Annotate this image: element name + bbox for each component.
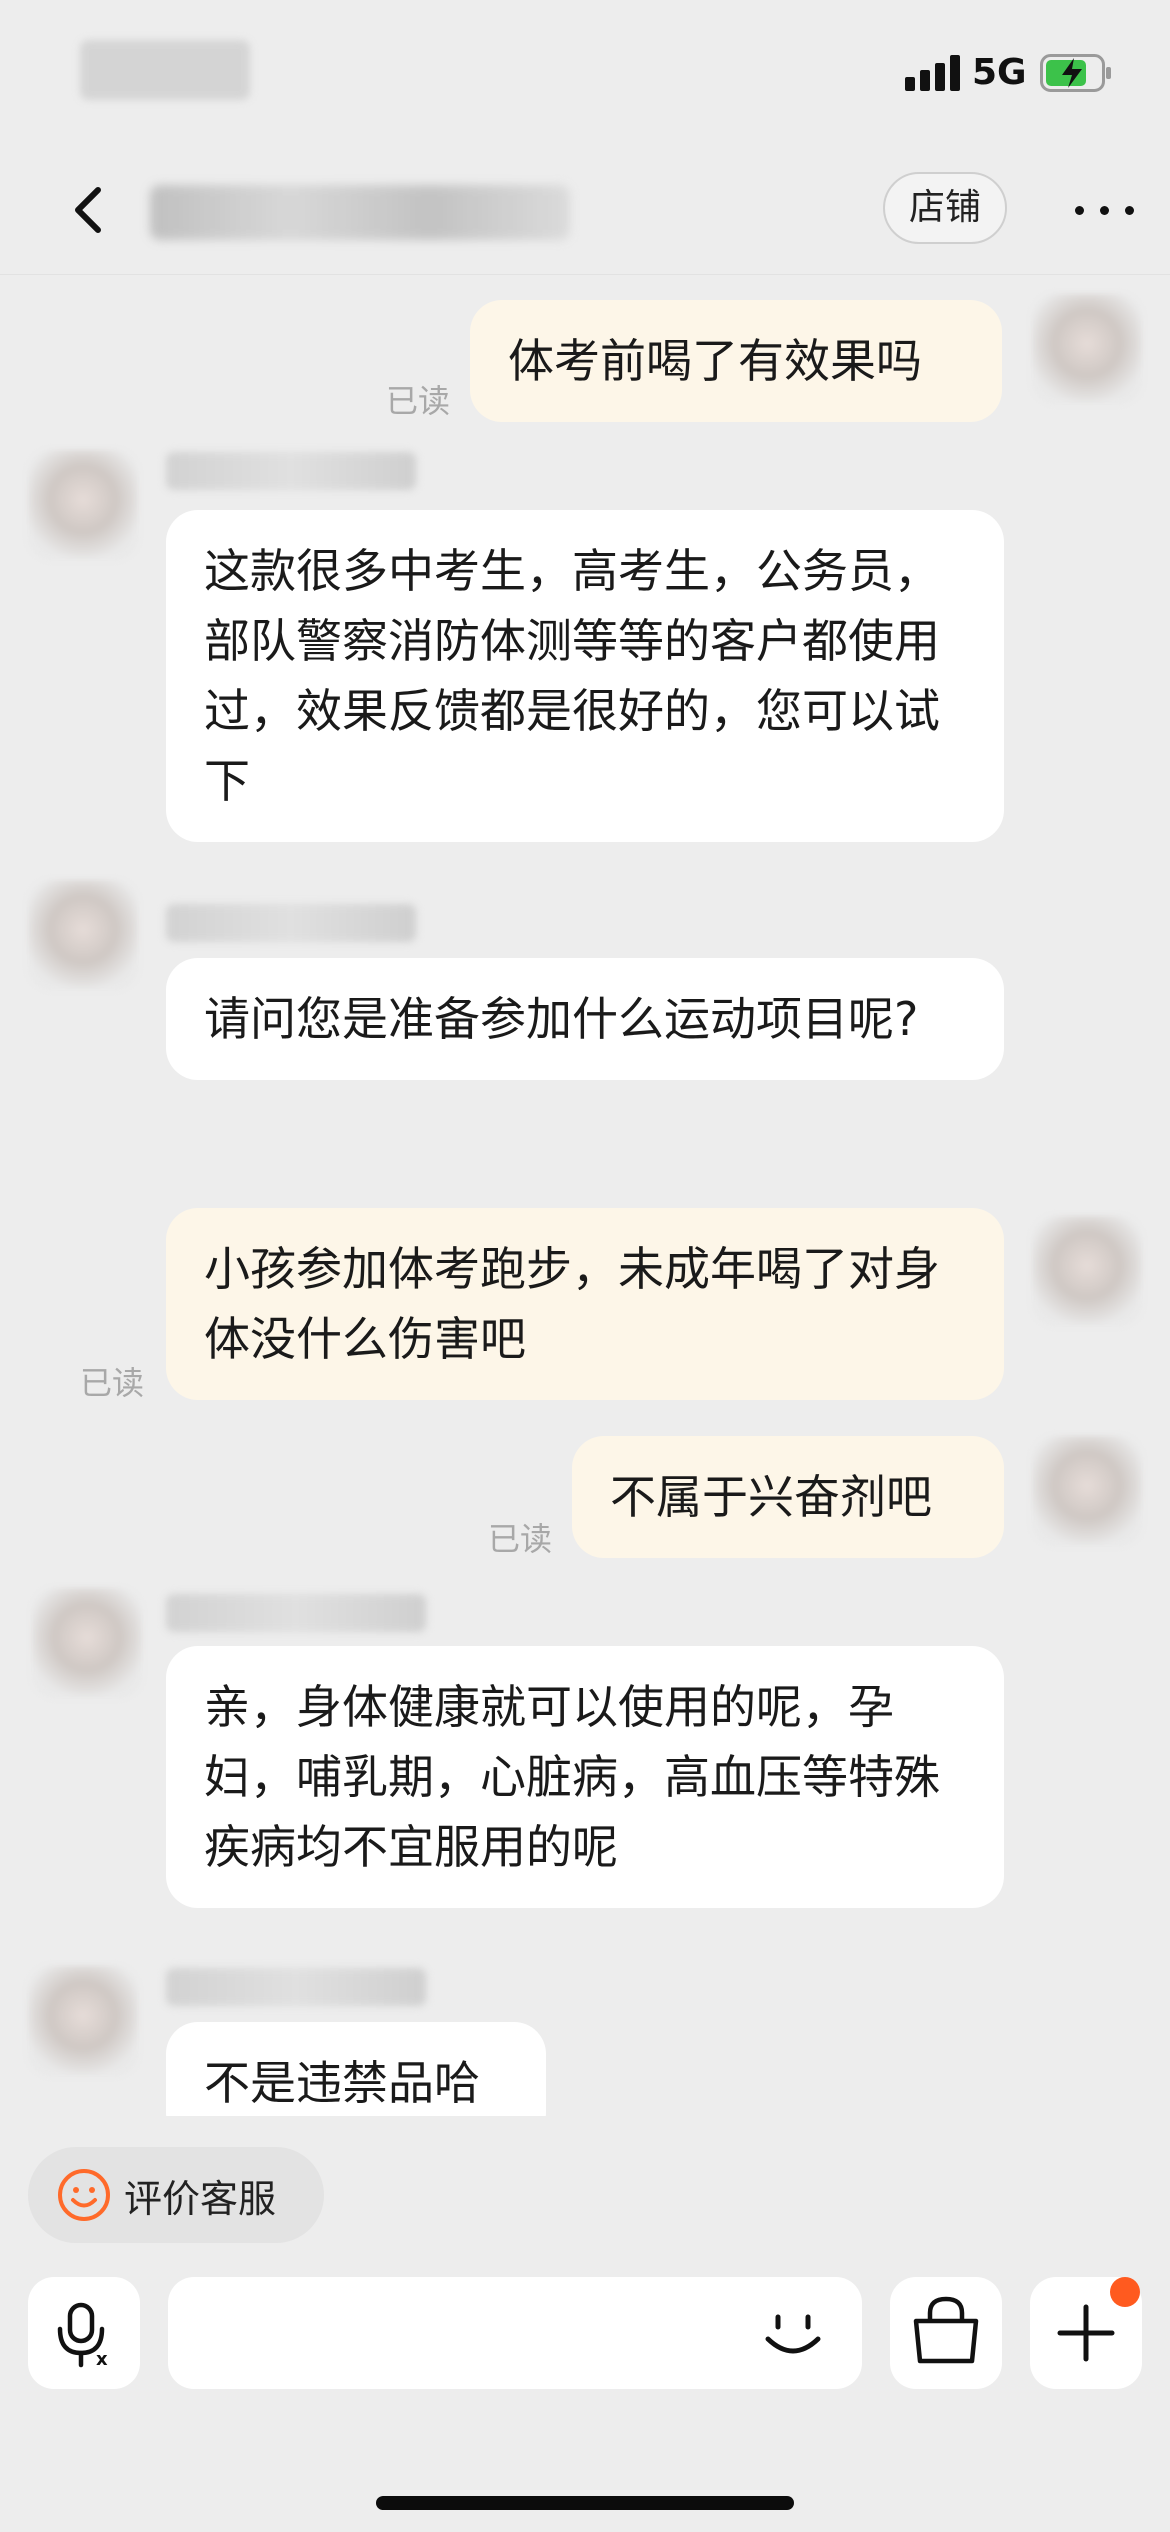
smiley-icon: [58, 2169, 110, 2221]
shopping-bag-icon: [913, 2296, 979, 2364]
agent-name-blurred: [166, 1968, 426, 2006]
chat-message-list[interactable]: 体考前喝了有效果吗 已读 这款很多中考生，高考生，公务员，部队警察消防体测等等的…: [0, 276, 1170, 2116]
my-avatar[interactable]: [1032, 1216, 1142, 1326]
nav-bar: 店铺: [0, 150, 1170, 275]
message-bubble-outgoing[interactable]: 小孩参加体考跑步，未成年喝了对身体没什么伤害吧: [166, 1208, 1004, 1400]
my-avatar[interactable]: [1032, 1436, 1142, 1546]
more-options-icon[interactable]: [1070, 190, 1140, 230]
message-input[interactable]: [168, 2277, 862, 2389]
microphone-icon: x: [57, 2302, 108, 2370]
emoji-icon[interactable]: [738, 2277, 850, 2389]
agent-name-blurred: [166, 452, 416, 490]
status-time-blurred: [80, 40, 250, 100]
agent-name-blurred: [166, 1594, 426, 1632]
message-bubble-outgoing[interactable]: 体考前喝了有效果吗: [470, 300, 1002, 422]
agent-avatar[interactable]: [28, 450, 138, 560]
message-bubble-incoming[interactable]: 请问您是准备参加什么运动项目呢?: [166, 958, 1004, 1080]
agent-name-blurred: [166, 904, 416, 942]
agent-avatar[interactable]: [28, 880, 138, 990]
rate-service-label: 评价客服: [124, 2176, 277, 2221]
svg-text:x: x: [96, 2349, 108, 2370]
chat-title-blurred: [150, 185, 570, 240]
shopping-bag-button[interactable]: [890, 2277, 1002, 2389]
home-indicator[interactable]: [376, 2496, 794, 2510]
agent-avatar[interactable]: [32, 1588, 142, 1698]
network-label: 5G: [972, 52, 1027, 93]
rate-service-button[interactable]: 评价客服: [28, 2147, 324, 2243]
message-bubble-outgoing[interactable]: 不属于兴奋剂吧: [572, 1436, 1004, 1558]
status-bar: 5G: [0, 0, 1170, 150]
cellular-signal-icon: [905, 55, 961, 91]
read-receipt: 已读: [80, 1364, 145, 1402]
back-chevron-icon[interactable]: [60, 180, 120, 240]
read-receipt: 已读: [386, 382, 451, 420]
battery-charging-icon: [1040, 54, 1111, 92]
message-bubble-incoming[interactable]: 不是违禁品哈: [166, 2022, 546, 2116]
read-receipt: 已读: [488, 1520, 553, 1558]
voice-input-button[interactable]: x: [28, 2277, 140, 2389]
agent-avatar[interactable]: [28, 1966, 138, 2076]
message-bubble-incoming[interactable]: 亲，身体健康就可以使用的呢，孕妇，哺乳期，心脏病，高血压等特殊疾病均不宜服用的呢: [166, 1646, 1004, 1908]
notification-dot: [1110, 2277, 1140, 2307]
my-avatar[interactable]: [1032, 294, 1142, 404]
message-bubble-incoming[interactable]: 这款很多中考生，高考生，公务员，部队警察消防体测等等的客户都使用过，效果反馈都是…: [166, 510, 1004, 842]
shop-button[interactable]: 店铺: [883, 172, 1007, 244]
